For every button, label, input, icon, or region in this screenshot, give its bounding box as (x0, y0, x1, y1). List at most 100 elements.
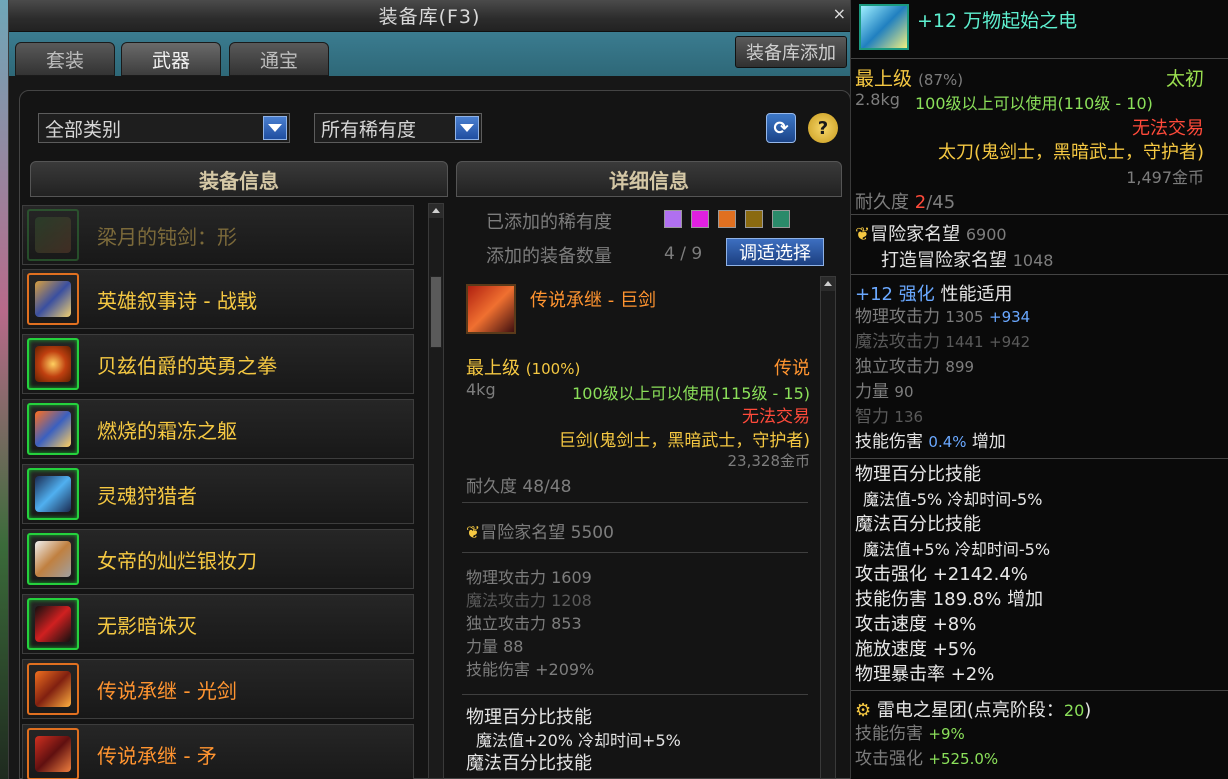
rarity-checkbox-epic[interactable] (745, 209, 764, 228)
item-icon (27, 338, 79, 390)
divider (851, 690, 1228, 691)
adjust-selection-button[interactable]: 调适选择 (726, 238, 824, 266)
list-item[interactable]: 梁月的钝剑：形 (22, 205, 414, 265)
detail-trade: 无法交易 (742, 407, 810, 427)
item-name: 梁月的钝剑：形 (97, 224, 237, 249)
scroll-thumb[interactable] (430, 276, 442, 348)
window-title: 装备库(F3) (378, 6, 481, 28)
list-item[interactable]: 英雄叙事诗 - 战戟 (22, 269, 414, 329)
item-icon (27, 728, 79, 779)
category-select[interactable]: 全部类别 (38, 113, 290, 143)
tooltip-grade: 最上级 (87%) (855, 68, 964, 90)
detail-rarity: 传说 (774, 358, 810, 379)
rarity-checkbox-rare[interactable] (664, 209, 682, 228)
tooltip-level-req: 100级以上可以使用(110级 - 10) (915, 94, 1153, 113)
item-name: 无影暗诛灭 (97, 613, 197, 638)
detail-panel: 已添加的稀有度 添加的装备数量 4 / 9 调适选择 传说承继 - 巨剑 最上级… (456, 200, 840, 779)
tooltip-weight: 2.8kg (855, 90, 900, 109)
rarity-label: 已添加的稀有度 (486, 212, 612, 233)
list-item[interactable]: 传说承继 - 矛 (22, 724, 414, 779)
detail-header: 详细信息 (456, 161, 842, 197)
tooltip-forge-reputation: 打造冒险家名望 1048 (881, 250, 1054, 271)
list-item[interactable]: 贝兹伯爵的英勇之拳 (22, 334, 414, 394)
detail-weight: 4kg (466, 380, 496, 399)
detail-reputation: ❦冒险家名望 5500 (466, 523, 614, 543)
item-tooltip: +12 万物起始之电 最上级 (87%) 太初 2.8kg 100级以上可以使用… (850, 0, 1228, 779)
list-item[interactable]: 灵魂狩猎者 (22, 464, 414, 524)
rarity-checkbox-unique[interactable] (691, 209, 710, 228)
detail-type: 巨剑(鬼剑士，黑暗武士，守护者) (558, 431, 810, 451)
divider (462, 694, 808, 695)
add-to-library-button[interactable]: 装备库添加 (735, 36, 847, 68)
item-name: 灵魂狩猎者 (97, 483, 197, 508)
item-icon (466, 284, 516, 334)
item-name: 燃烧的霜冻之躯 (97, 418, 237, 443)
item-icon (27, 468, 79, 520)
item-name: 传说承继 - 光剑 (97, 678, 237, 703)
reputation-icon: ❦ (855, 224, 871, 245)
set-icon: ⚙ (855, 700, 872, 721)
category-value: 全部类别 (45, 118, 122, 141)
item-name: 女帝的灿烂银妆刀 (97, 548, 257, 573)
tooltip-set: ⚙ 雷电之星团(点亮阶段：20) (855, 700, 1092, 721)
scroll-up-icon[interactable] (821, 277, 835, 291)
help-icon[interactable]: ? (808, 113, 838, 143)
tab-tongbao[interactable]: 通宝 (229, 42, 329, 76)
item-icon (27, 598, 79, 650)
window-titlebar[interactable]: 装备库(F3) × (9, 0, 850, 32)
tab-weapon[interactable]: 武器 (121, 42, 221, 76)
refresh-icon[interactable]: ⟳ (766, 113, 796, 143)
rarity-value: 所有稀有度 (321, 118, 417, 141)
detail-stats: 物理攻击力 1609 魔法攻击力 1208 独立攻击力 853 力量 88 技能… (466, 568, 595, 679)
detail-item-name: 传说承继 - 巨剑 (530, 290, 656, 311)
detail-scrollbar[interactable] (820, 276, 836, 779)
count-label: 添加的装备数量 (486, 246, 612, 267)
divider (851, 458, 1228, 459)
divider (851, 274, 1228, 275)
list-item[interactable]: 燃烧的霜冻之躯 (22, 399, 414, 459)
tooltip-type: 太刀(鬼剑士，黑暗武士，守护者) (937, 142, 1204, 163)
detail-level-req: 100级以上可以使用(115级 - 15) (572, 384, 810, 403)
item-name: 英雄叙事诗 - 战戟 (97, 288, 257, 313)
tooltip-price: 1,497金币 (1126, 168, 1204, 187)
list-item[interactable]: 传说承继 - 光剑 (22, 659, 414, 719)
chevron-down-icon[interactable] (263, 116, 287, 140)
chevron-down-icon[interactable] (455, 116, 479, 140)
list-scrollbar[interactable] (428, 203, 444, 779)
list-item[interactable]: 女帝的灿烂银妆刀 (22, 529, 414, 589)
detail-durability: 耐久度 48/48 (466, 477, 572, 497)
close-icon[interactable]: × (833, 4, 846, 23)
item-icon (27, 533, 79, 585)
tooltip-options: 物理百分比技能 魔法值-5% 冷却时间-5% 魔法百分比技能 魔法值+5% 冷却… (855, 464, 1051, 685)
divider (462, 502, 808, 503)
item-icon (27, 403, 79, 455)
count-value: 4 / 9 (664, 244, 703, 264)
scroll-up-icon[interactable] (429, 204, 443, 218)
tooltip-trade: 无法交易 (1132, 118, 1204, 139)
tooltip-set-stats: 技能伤害 +9% 攻击强化 +525.0% (855, 724, 999, 769)
tab-bar: 套装 武器 通宝 装备库添加 (9, 32, 851, 76)
detail-grade: 最上级 (100%) (466, 358, 581, 379)
rarity-checkbox-legendary[interactable] (718, 209, 737, 228)
list-header: 装备信息 (30, 161, 448, 197)
tooltip-enhance: +12 强化 性能适用 (855, 284, 1013, 305)
detail-options: 物理百分比技能 魔法值+20% 冷却时间+5% 魔法百分比技能 (466, 707, 681, 774)
rarity-filters (664, 208, 794, 228)
item-name: 贝兹伯爵的英勇之拳 (97, 353, 277, 378)
divider (851, 214, 1228, 215)
tab-set[interactable]: 套装 (15, 42, 115, 76)
rarity-checkbox-primeval[interactable] (772, 209, 791, 228)
item-icon (27, 663, 79, 715)
equipment-list: 梁月的钝剑：形 英雄叙事诗 - 战戟 贝兹伯爵的英勇之拳 燃烧的霜冻之躯 灵魂狩… (22, 205, 422, 779)
tooltip-item-name: +12 万物起始之电 (917, 10, 1078, 32)
rarity-select[interactable]: 所有稀有度 (314, 113, 482, 143)
item-icon (27, 273, 79, 325)
tooltip-stats: 物理攻击力 1305 +934 魔法攻击力 1441 +942 独立攻击力 89… (855, 307, 1031, 452)
tooltip-rarity: 太初 (1165, 68, 1204, 90)
list-item[interactable]: 无影暗诛灭 (22, 594, 414, 654)
reputation-icon: ❦ (466, 523, 481, 543)
tooltip-reputation: ❦冒险家名望 6900 (855, 224, 1007, 245)
tooltip-item-icon (859, 4, 909, 50)
detail-price: 23,328金币 (727, 452, 811, 470)
divider (851, 58, 1228, 59)
